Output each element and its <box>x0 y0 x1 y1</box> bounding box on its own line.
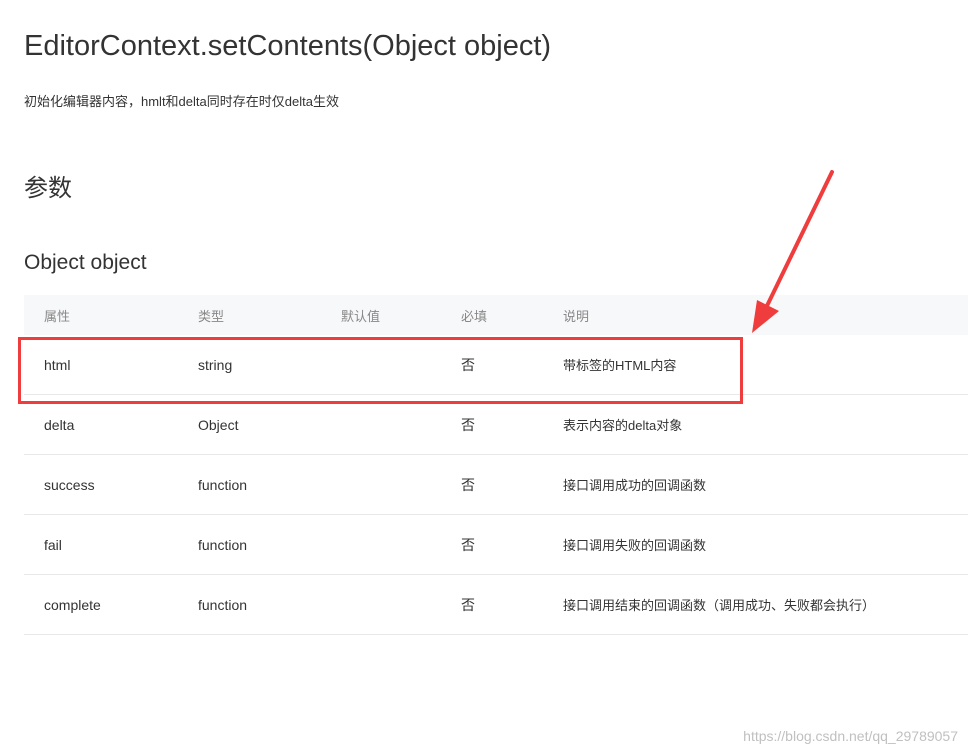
table-row: html string 否 带标签的HTML内容 <box>24 335 968 395</box>
cell-default <box>321 514 441 575</box>
cell-name: fail <box>24 514 178 575</box>
sub-heading-object: Object object <box>24 251 147 274</box>
page-description: 初始化编辑器内容，hmlt和delta同时存在时仅delta生效 <box>24 94 339 109</box>
table-row: delta Object 否 表示内容的delta对象 <box>24 394 968 455</box>
cell-description: 接口调用结束的回调函数（调用成功、失败都会执行） <box>543 574 968 635</box>
cell-required: 否 <box>441 514 543 575</box>
cell-type: function <box>178 574 321 635</box>
table-row: fail function 否 接口调用失败的回调函数 <box>24 514 968 575</box>
cell-type: function <box>178 454 321 515</box>
cell-default <box>321 394 441 455</box>
cell-name: success <box>24 454 178 515</box>
cell-default <box>321 335 441 395</box>
cell-name: html <box>24 335 178 395</box>
header-attribute: 属性 <box>24 295 178 335</box>
section-heading-params: 参数 <box>24 175 72 202</box>
table-row: success function 否 接口调用成功的回调函数 <box>24 454 968 515</box>
header-default: 默认值 <box>321 295 441 335</box>
cell-description: 接口调用成功的回调函数 <box>543 454 968 515</box>
cell-type: Object <box>178 394 321 455</box>
cell-name: complete <box>24 574 178 635</box>
cell-type: function <box>178 514 321 575</box>
table-row: complete function 否 接口调用结束的回调函数（调用成功、失败都… <box>24 574 968 635</box>
params-table: 属性 类型 默认值 必填 说明 html string 否 带标签的HTML内容… <box>24 295 968 635</box>
cell-description: 表示内容的delta对象 <box>543 394 968 455</box>
arrow-shaft <box>762 170 834 314</box>
cell-description: 带标签的HTML内容 <box>543 335 968 395</box>
cell-description: 接口调用失败的回调函数 <box>543 514 968 575</box>
cell-default <box>321 574 441 635</box>
cell-default <box>321 454 441 515</box>
header-type: 类型 <box>178 295 321 335</box>
cell-name: delta <box>24 394 178 455</box>
cell-required: 否 <box>441 454 543 515</box>
header-description: 说明 <box>543 295 968 335</box>
cell-required: 否 <box>441 574 543 635</box>
cell-type: string <box>178 335 321 395</box>
header-required: 必填 <box>441 295 543 335</box>
cell-required: 否 <box>441 394 543 455</box>
cell-required: 否 <box>441 335 543 395</box>
watermark: https://blog.csdn.net/qq_29789057 <box>743 728 958 744</box>
page-title: EditorContext.setContents(Object object) <box>24 30 552 62</box>
table-header-row: 属性 类型 默认值 必填 说明 <box>24 295 968 335</box>
